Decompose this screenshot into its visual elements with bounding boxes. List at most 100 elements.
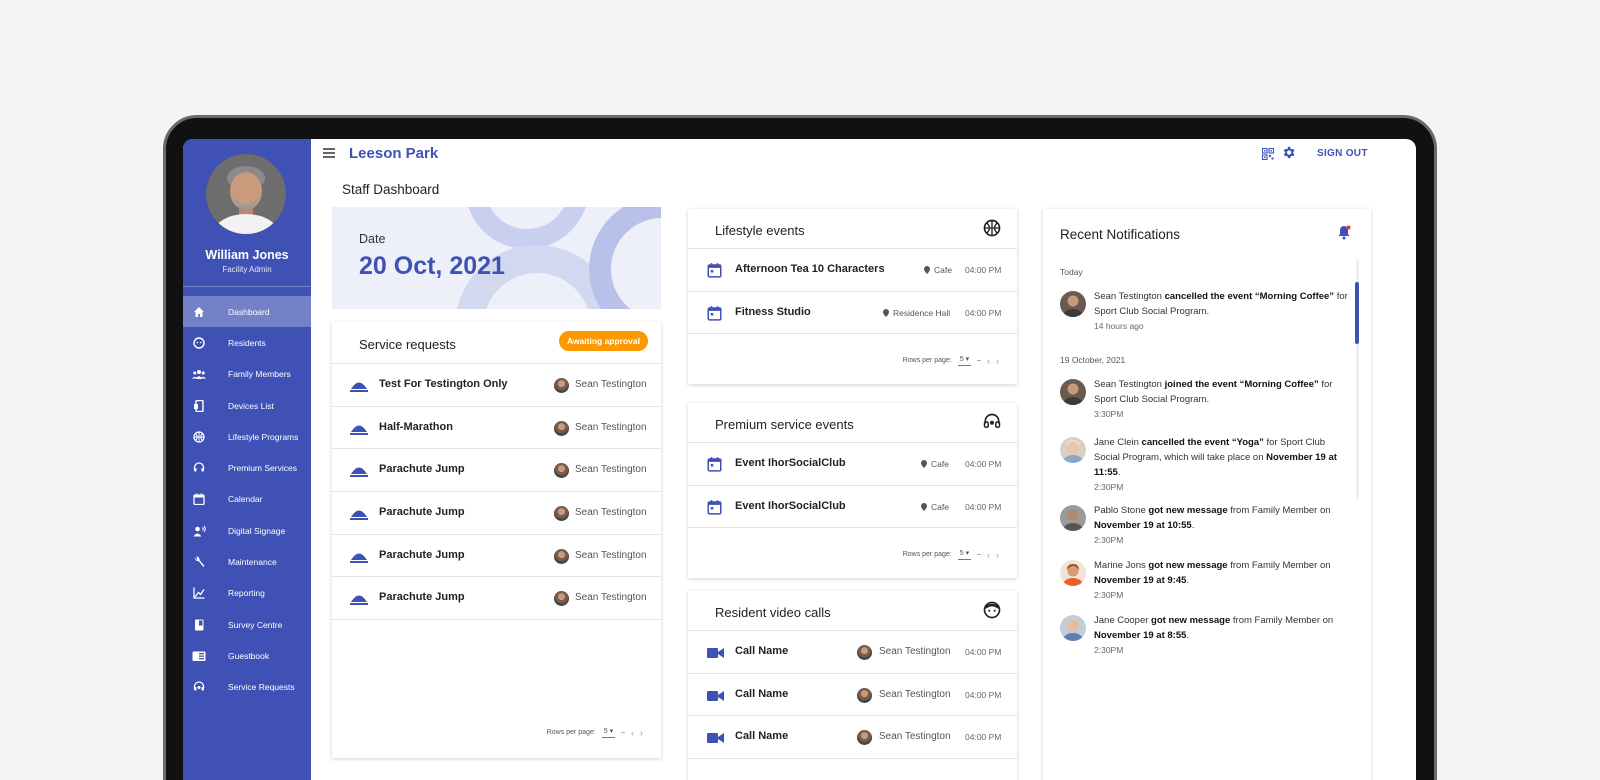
event-time: 04:00 PM	[965, 265, 1002, 275]
list-item[interactable]: Call Name Sean Testington 04:00 PM	[688, 631, 1017, 674]
row-person: Sean Testington	[879, 646, 951, 657]
sidebar-item-lifestyle-programs[interactable]: Lifestyle Programs	[183, 421, 311, 452]
basketball-icon	[192, 430, 206, 444]
sign-out-button[interactable]: SIGN OUT	[1317, 148, 1368, 159]
list-item[interactable]: Fitness Studio Residence Hall 04:00 PM	[688, 292, 1017, 335]
notification-datetime: November 19 at 8:55	[1094, 630, 1187, 641]
row-title: Event IhorSocialClub	[735, 457, 846, 469]
sidebar-item-residents[interactable]: Residents	[183, 327, 311, 358]
calendar-icon	[707, 262, 725, 278]
row-title: Fitness Studio	[735, 305, 811, 318]
event-time: 04:00 PM	[965, 459, 1002, 469]
call-time: 04:00 PM	[965, 689, 1002, 700]
sidebar-item-guestbook[interactable]: Guestbook	[183, 640, 311, 671]
rows-per-page-value: 5	[603, 728, 608, 735]
list-item[interactable]: Half-Marathon Sean Testington	[332, 407, 661, 450]
list-item[interactable]: Afternoon Tea 10 Characters Cafe 04:00 P…	[688, 249, 1017, 292]
event-location: Residence Hall	[883, 308, 950, 318]
gear-icon[interactable]	[1281, 145, 1296, 160]
rows-per-page-select[interactable]: 5 ▾	[957, 355, 972, 366]
notification-end: .	[1186, 630, 1190, 641]
row-title: Afternoon Tea 10 Characters	[735, 263, 885, 275]
sidebar-item-reporting[interactable]: Reporting	[183, 578, 311, 609]
scrollbar-thumb[interactable]	[1355, 282, 1359, 344]
next-page-icon[interactable]: ›	[996, 356, 999, 366]
avatar	[857, 730, 872, 746]
notification-text: Jane Clein cancelled the event “Yoga” fo…	[1094, 435, 1350, 480]
location-pin-icon	[921, 502, 927, 511]
notifications-card: Recent Notifications Today Sean Testingt…	[1043, 209, 1371, 780]
row-title: Parachute Jump	[379, 548, 465, 561]
sidebar-item-label: Digital Signage	[228, 525, 286, 536]
prev-page-icon[interactable]: ‹	[631, 728, 634, 738]
sidebar-item-maintenance[interactable]: Maintenance	[183, 546, 311, 577]
premium-events-card: Premium service events Event IhorSocialC…	[688, 403, 1017, 578]
event-location-text: Cafe	[931, 459, 949, 469]
notification-end: .	[1117, 467, 1121, 478]
list-item[interactable]: Parachute Jump Sean Testington	[332, 577, 661, 621]
notification-actor: Marine Jons	[1094, 560, 1149, 571]
rows-per-page-select[interactable]: 5 ▾	[957, 549, 972, 560]
sidebar-item-survey-centre[interactable]: Survey Centre	[183, 609, 311, 640]
service-requests-card: Service requests Awaiting approval Test …	[332, 322, 661, 758]
sidebar-menu: Dashboard Residents Family Members Devic…	[183, 296, 311, 703]
list-item[interactable]: Event IhorSocialClub Cafe 04:00 PM	[688, 486, 1017, 529]
status-badge[interactable]: Awaiting approval	[558, 331, 648, 351]
rows-per-page-select[interactable]: 5 ▾	[601, 727, 616, 738]
list-item[interactable]: Event IhorSocialClub Cafe 04:00 PM	[688, 443, 1017, 486]
chart-icon	[192, 586, 206, 600]
card-title: Premium service events	[715, 417, 854, 432]
page-range: –	[977, 357, 981, 364]
list-item[interactable]: Parachute Jump Sean Testington	[332, 492, 661, 535]
list-item[interactable]: Parachute Jump Sean Testington	[332, 449, 661, 493]
event-time: 04:00 PM	[965, 307, 1002, 318]
people-icon	[192, 367, 206, 381]
row-person: Sean Testington	[575, 379, 647, 390]
sidebar-item-digital-signage[interactable]: Digital Signage	[183, 515, 311, 546]
service-bell-icon	[350, 378, 368, 392]
rows-per-page-label: Rows per page:	[546, 729, 596, 736]
list-item[interactable]: Parachute Jump Sean Testington	[332, 535, 661, 578]
qr-code-icon[interactable]	[1261, 147, 1275, 161]
sidebar-item-premium-services[interactable]: Premium Services	[183, 452, 311, 483]
sidebar-item-service-requests[interactable]: Service Requests	[183, 672, 311, 703]
group-date: 19 October, 2021	[1060, 355, 1126, 365]
calendar-icon	[707, 305, 725, 321]
headset-icon	[192, 461, 206, 475]
user-name: William Jones	[205, 248, 289, 262]
headset-icon	[983, 413, 1001, 431]
list-item[interactable]: Call Name Sean Testington 04:00 PM	[688, 716, 1017, 760]
service-bell-icon	[350, 463, 368, 478]
prev-page-icon[interactable]: ‹	[987, 356, 990, 366]
row-title: Call Name	[735, 730, 789, 743]
avatar	[554, 378, 569, 393]
call-time: 04:00 PM	[965, 647, 1002, 657]
list-item[interactable]: Call Name Sean Testington 04:00 PM	[688, 674, 1017, 717]
sidebar-item-label: Maintenance	[228, 557, 277, 568]
page-range: –	[621, 729, 625, 736]
sidebar-item-devices-list[interactable]: Devices List	[183, 390, 311, 421]
avatar	[554, 506, 569, 522]
sidebar-item-family-members[interactable]: Family Members	[183, 359, 311, 390]
pagination: Rows per page: 5 ▾ – ‹ ›	[903, 549, 999, 560]
notification-action: joined the event “Morning Coffee”	[1164, 379, 1319, 390]
bell-icon[interactable]	[1337, 225, 1351, 240]
notification-text: Marine Jons got new message from Family …	[1094, 558, 1350, 588]
next-page-icon[interactable]: ›	[640, 728, 643, 738]
notification-actor: Jane Cooper	[1094, 615, 1152, 626]
next-page-icon[interactable]: ›	[996, 550, 999, 560]
book-icon	[192, 649, 206, 663]
prev-page-icon[interactable]: ‹	[987, 550, 990, 560]
event-time: 04:00 PM	[965, 501, 1002, 512]
avatar	[554, 420, 569, 436]
video-camera-icon	[707, 731, 725, 745]
avatar	[857, 645, 872, 660]
user-avatar[interactable]	[206, 154, 286, 234]
sidebar-item-label: Service Requests	[228, 682, 295, 693]
menu-icon[interactable]	[323, 148, 335, 158]
sidebar-item-calendar[interactable]: Calendar	[183, 484, 311, 515]
list-item[interactable]: Test For Testington Only Sean Testington	[332, 364, 661, 407]
sidebar-item-label: Guestbook	[228, 650, 270, 661]
sidebar-item-dashboard[interactable]: Dashboard	[183, 296, 311, 328]
event-location: Cafe	[921, 502, 949, 512]
